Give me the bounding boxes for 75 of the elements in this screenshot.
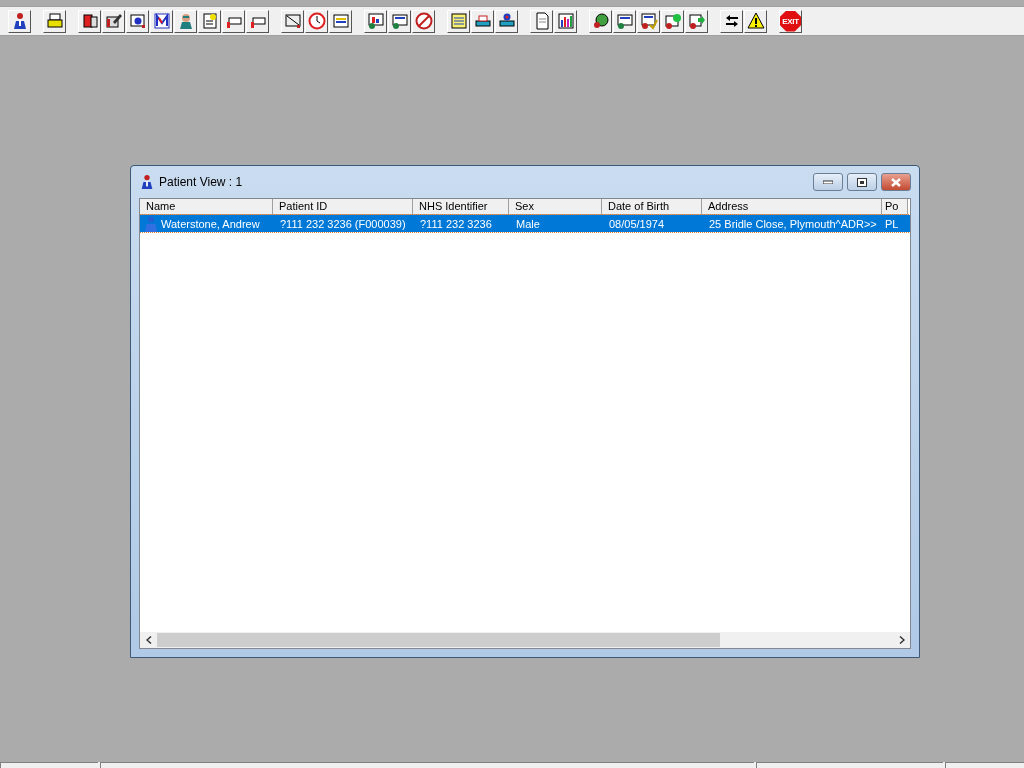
- bed-person-icon: [497, 12, 516, 30]
- table-cell: 08/05/1974: [609, 217, 665, 230]
- card-arrow-icon: [687, 12, 706, 30]
- close-button[interactable]: [881, 173, 911, 191]
- patient-row[interactable]: Waterstone, Andrew ?111 232 3236 (F000039) ?111 232 3236 Male 08/05/1974 25 Bridle Close, Plymouth^ADR>> PL: [140, 215, 910, 232]
- person-icon: [143, 215, 159, 232]
- column-header[interactable]: Patient ID: [273, 199, 413, 215]
- restore-button[interactable]: [847, 173, 877, 191]
- printer-icon: [45, 12, 64, 30]
- toolbar-button[interactable]: [281, 9, 304, 33]
- clock-icon: [307, 12, 326, 30]
- toolbar-button[interactable]: [637, 9, 660, 33]
- exit-button[interactable]: EXIT: [779, 9, 802, 33]
- toolbar-button[interactable]: [174, 9, 197, 33]
- column-header[interactable]: Po: [882, 199, 908, 215]
- card-badge-icon: [663, 12, 682, 30]
- toolbar-button[interactable]: [388, 9, 411, 33]
- card-icon: [390, 12, 409, 30]
- table-cell: PL: [885, 217, 899, 230]
- card-check-icon: [639, 12, 658, 30]
- zigzag-icon: [152, 12, 171, 30]
- chevron-left-icon: [145, 636, 152, 644]
- scroll-thumb[interactable]: [157, 633, 720, 647]
- list-icon: [331, 12, 350, 30]
- table-cell: ?111 232 3236 (F000039): [280, 217, 406, 230]
- toolbar-button[interactable]: [554, 9, 577, 33]
- column-header[interactable]: Date of Birth: [602, 199, 702, 215]
- toolbar-button[interactable]: [495, 9, 518, 33]
- bed-icon: [473, 12, 492, 30]
- column-header[interactable]: Address: [702, 199, 882, 215]
- toolbar-button[interactable]: [685, 9, 708, 33]
- toolbar-button[interactable]: [150, 9, 173, 33]
- toolbar-button[interactable]: [412, 9, 435, 33]
- toolbar-button[interactable]: [246, 9, 269, 33]
- toolbar-button[interactable]: [8, 9, 31, 33]
- globe-icon: [591, 12, 610, 30]
- book-icon: [80, 12, 99, 30]
- toolbar-button[interactable]: [720, 9, 743, 33]
- close-icon: [891, 177, 901, 187]
- toolbar-button[interactable]: [447, 9, 470, 33]
- chevron-right-icon: [898, 636, 905, 644]
- toolbar-button[interactable]: [329, 9, 352, 33]
- toolbar-button[interactable]: [43, 9, 66, 33]
- no-sign-icon: [414, 12, 433, 30]
- toolbar-button[interactable]: [364, 9, 387, 33]
- toolbar-button[interactable]: [305, 9, 328, 33]
- toolbar-button[interactable]: [661, 9, 684, 33]
- toolbar-button[interactable]: [471, 9, 494, 33]
- column-header[interactable]: NHS Identifier: [413, 199, 509, 215]
- note-icon: [449, 12, 468, 30]
- person-icon: [139, 174, 155, 190]
- toolbar-button[interactable]: [613, 9, 636, 33]
- toolbar-button[interactable]: [530, 9, 553, 33]
- warning-icon: [746, 12, 765, 30]
- minimize-icon: [823, 180, 833, 184]
- table-cell: 25 Bridle Close, Plymouth^ADR>>: [709, 217, 877, 230]
- toolbar-button[interactable]: [198, 9, 221, 33]
- table-cell: Waterstone, Andrew: [161, 217, 260, 230]
- toolbar-button[interactable]: [744, 9, 767, 33]
- column-header[interactable]: Name: [140, 199, 273, 215]
- notes-icon: [200, 12, 219, 30]
- table-cell: Male: [516, 217, 540, 230]
- monitor-icon: [366, 12, 385, 30]
- toolbar-button[interactable]: [589, 9, 612, 33]
- table-cell: ?111 232 3236: [420, 217, 492, 230]
- toolbar-button[interactable]: [126, 9, 149, 33]
- restore-icon: [857, 177, 867, 187]
- window-title: Patient View : 1: [159, 175, 244, 189]
- edit-icon: [104, 12, 123, 30]
- column-header[interactable]: Sex: [509, 199, 602, 215]
- toolbar-button[interactable]: [222, 9, 245, 33]
- toolbar-button[interactable]: [78, 9, 101, 33]
- chart-icon: [556, 12, 575, 30]
- toolbar-button[interactable]: [102, 9, 125, 33]
- card-icon: [615, 12, 634, 30]
